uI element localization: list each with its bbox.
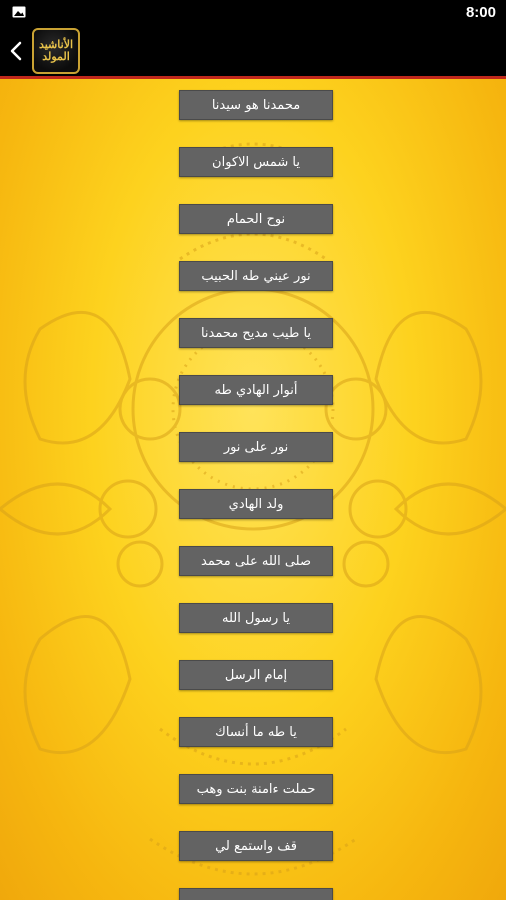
list-item[interactable]: نوح الحمام bbox=[179, 204, 333, 234]
image-icon bbox=[12, 6, 26, 18]
list-item[interactable] bbox=[179, 888, 333, 900]
status-bar: 8:00 bbox=[0, 0, 506, 26]
list-item[interactable]: إمام الرسل bbox=[179, 660, 333, 690]
list-item[interactable]: قف واستمع لي bbox=[179, 831, 333, 861]
list-item[interactable]: يا شمس الاكوان bbox=[179, 147, 333, 177]
list-item[interactable]: نور عيني طه الحبيب bbox=[179, 261, 333, 291]
app-logo: الأناشيد المولد bbox=[32, 28, 80, 74]
list-item[interactable]: يا رسول الله bbox=[179, 603, 333, 633]
list-item[interactable]: ولد الهادي bbox=[179, 489, 333, 519]
chevron-left-icon[interactable] bbox=[6, 38, 28, 64]
song-list-screen: محمدنا هو سيدنا يا شمس الاكوان نوح الحما… bbox=[0, 79, 506, 900]
logo-text: الأناشيد المولد bbox=[38, 38, 74, 63]
list-item[interactable]: أنوار الهادي طه bbox=[179, 375, 333, 405]
list-item[interactable]: حملت ءامنة بنت وهب bbox=[179, 774, 333, 804]
status-time: 8:00 bbox=[465, 4, 496, 21]
list-item[interactable]: يا طه ما أنساك bbox=[179, 717, 333, 747]
list-item[interactable]: صلى الله على محمد bbox=[179, 546, 333, 576]
app-bar: الأناشيد المولد bbox=[0, 26, 506, 76]
list-item[interactable]: محمدنا هو سيدنا bbox=[179, 90, 333, 120]
list-item[interactable]: يا طيب مديح محمدنا bbox=[179, 318, 333, 348]
list-item[interactable]: نور على نور bbox=[179, 432, 333, 462]
